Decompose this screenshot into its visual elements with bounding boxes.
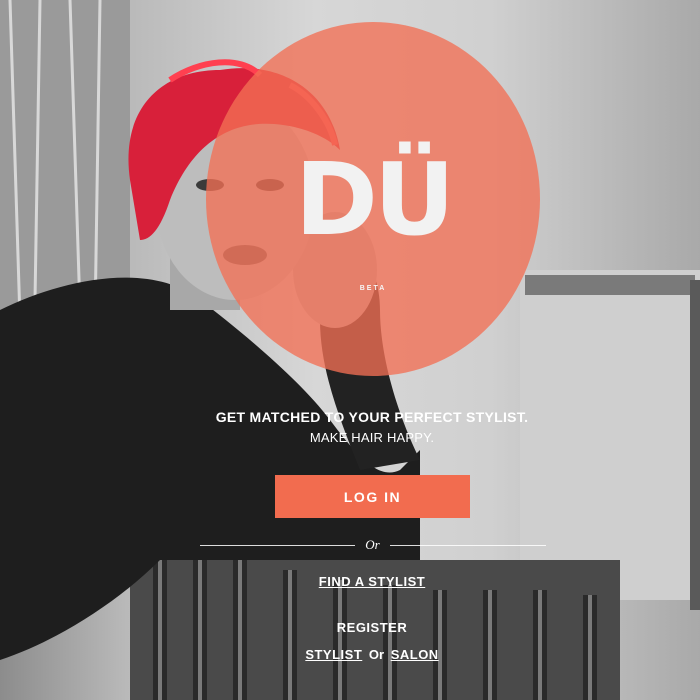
beta-badge: BETA: [359, 285, 387, 292]
register-stylist-link[interactable]: STYLIST: [305, 647, 362, 662]
tagline: GET MATCHED TO YOUR PERFECT STYLIST.: [215, 409, 529, 425]
find-stylist-link[interactable]: FIND A STYLIST: [319, 574, 425, 589]
login-button[interactable]: LOG IN: [275, 475, 470, 518]
find-stylist-container: FIND A STYLIST: [272, 573, 472, 591]
divider-line-left: [200, 545, 355, 546]
register-options: STYLIST Or SALON: [272, 647, 472, 662]
register-or-text: Or: [368, 647, 385, 662]
register-salon-link[interactable]: SALON: [391, 647, 439, 662]
brand-logo: DÜ: [294, 141, 455, 258]
divider-or: Or: [365, 537, 380, 552]
divider-line-right: [390, 545, 546, 546]
subtagline: MAKE HAIR HAPPY.: [309, 430, 435, 445]
register-heading: REGISTER: [336, 620, 408, 635]
